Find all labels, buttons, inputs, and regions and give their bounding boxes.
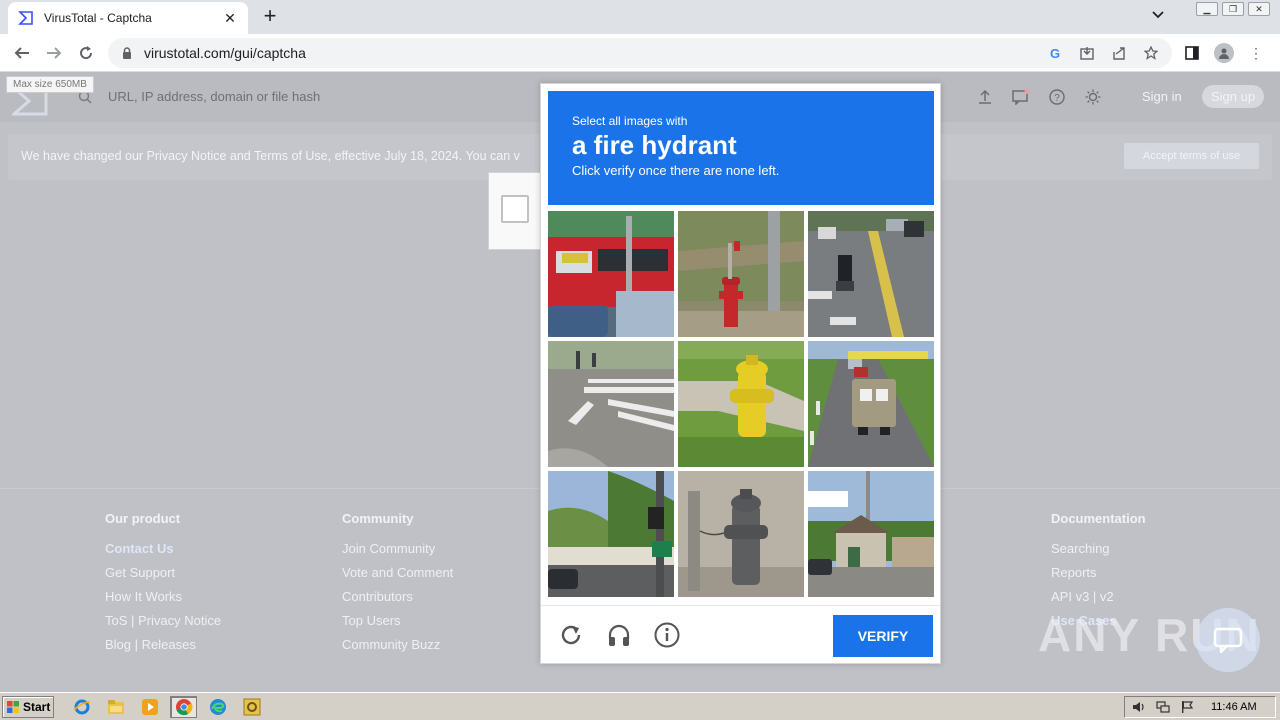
lock-icon[interactable] <box>120 46 134 60</box>
search-input[interactable]: URL, IP address, domain or file hash <box>108 89 320 104</box>
windows-logo-icon <box>7 701 19 713</box>
footer-link[interactable]: Top Users <box>342 613 453 637</box>
url-text[interactable]: virustotal.com/gui/captcha <box>144 45 306 61</box>
audio-challenge-headphones-icon[interactable] <box>606 622 632 648</box>
system-tray: 11:46 AM <box>1124 696 1276 718</box>
footer-link[interactable]: How It Works <box>105 589 221 613</box>
footer-link[interactable]: Contact Us <box>105 541 221 565</box>
profile-avatar-icon[interactable] <box>1214 43 1234 63</box>
browser-toolbar: virustotal.com/gui/captcha G ⋮ <box>0 34 1280 72</box>
tab-title: VirusTotal - Captcha <box>44 11 152 25</box>
window-controls: ▁ ❐ ✕ <box>1196 2 1270 16</box>
media-player-icon[interactable] <box>136 696 163 718</box>
footer-link[interactable]: Join Community <box>342 541 453 565</box>
accept-terms-button[interactable]: Accept terms of use <box>1124 143 1259 169</box>
theme-toggle-icon[interactable] <box>1084 88 1102 106</box>
help-icon[interactable]: ? <box>1048 88 1066 106</box>
captcha-tile-street-signs[interactable] <box>548 471 674 597</box>
internet-explorer-icon[interactable] <box>68 696 95 718</box>
footer-link[interactable]: Blog | Releases <box>105 637 221 661</box>
max-size-tooltip: Max size 650MB <box>6 76 94 93</box>
refresh-icon[interactable] <box>558 622 584 648</box>
footer-link[interactable]: Contributors <box>342 589 453 613</box>
captcha-tile-gray-fire-hydrant[interactable] <box>678 471 804 597</box>
footer-link[interactable]: ToS | Privacy Notice <box>105 613 221 637</box>
captcha-tile-motorcycle-road[interactable] <box>808 211 934 337</box>
windows-taskbar: Start 11:46 AM <box>0 692 1280 720</box>
svg-text:?: ? <box>1054 93 1060 104</box>
sign-up-button[interactable]: Sign up <box>1202 85 1265 108</box>
tab-search-chevron-icon[interactable] <box>1152 8 1164 22</box>
reload-icon[interactable] <box>74 41 98 65</box>
sign-in-link[interactable]: Sign in <box>1142 89 1182 104</box>
prompt-target: a fire hydrant <box>572 130 737 160</box>
network-icon[interactable] <box>1155 699 1171 715</box>
action-center-flag-icon[interactable] <box>1179 699 1195 715</box>
volume-icon[interactable] <box>1131 699 1147 715</box>
browser-tab-bar: VirusTotal - Captcha ✕ + ▁ ❐ ✕ <box>0 0 1280 34</box>
app-icon[interactable] <box>238 696 265 718</box>
minimize-icon[interactable]: ▁ <box>1196 2 1218 16</box>
kebab-menu-icon[interactable]: ⋮ <box>1246 43 1266 63</box>
challenge-prompt: Select all images with a fire hydrant Cl… <box>548 91 934 205</box>
prompt-intro: Select all images with <box>572 114 688 128</box>
google-icon[interactable]: G <box>1046 44 1064 62</box>
chrome-icon[interactable] <box>170 696 197 718</box>
share-icon[interactable] <box>1110 44 1128 62</box>
chat-bubble-icon[interactable] <box>1196 608 1260 672</box>
file-explorer-icon[interactable] <box>102 696 129 718</box>
restore-icon[interactable]: ❐ <box>1222 2 1244 16</box>
side-panel-icon[interactable] <box>1182 43 1202 63</box>
verify-button[interactable]: VERIFY <box>833 615 933 657</box>
info-icon[interactable] <box>654 622 680 648</box>
footer-heading: Community <box>342 511 414 526</box>
footer-link[interactable]: Searching <box>1051 541 1146 565</box>
captcha-widget <box>488 172 544 250</box>
captcha-checkbox[interactable] <box>501 195 529 223</box>
captcha-challenge-dialog: Select all images with a fire hydrant Cl… <box>540 83 941 664</box>
captcha-tile-village-street[interactable] <box>808 471 934 597</box>
back-arrow-icon[interactable] <box>10 41 34 65</box>
footer-heading: Documentation <box>1051 511 1146 526</box>
address-bar[interactable]: virustotal.com/gui/captcha G <box>108 38 1172 68</box>
footer-heading: Our product <box>105 511 181 526</box>
footer-col-our-product: Our product Contact Us Get Support How I… <box>105 511 221 661</box>
privacy-notice-text: We have changed our Privacy Notice and T… <box>21 149 520 163</box>
forward-arrow-icon[interactable] <box>42 41 66 65</box>
install-app-icon[interactable] <box>1078 44 1096 62</box>
footer-col-community: Community Join Community Vote and Commen… <box>342 511 453 661</box>
prompt-instruction: Click verify once there are none left. <box>572 163 780 178</box>
clock[interactable]: 11:46 AM <box>1211 701 1257 713</box>
footer-link[interactable]: Reports <box>1051 565 1146 589</box>
captcha-tile-yellow-fire-hydrant[interactable] <box>678 341 804 467</box>
browser-tab[interactable]: VirusTotal - Captcha ✕ <box>8 2 248 34</box>
close-window-icon[interactable]: ✕ <box>1248 2 1270 16</box>
captcha-tile-red-fire-hydrant[interactable] <box>678 211 804 337</box>
notifications-icon[interactable] <box>1012 88 1030 106</box>
tab-close-icon[interactable]: ✕ <box>222 10 238 26</box>
upload-icon[interactable] <box>976 88 994 106</box>
captcha-tile-cars-road[interactable] <box>808 341 934 467</box>
challenge-footer: VERIFY <box>541 605 940 663</box>
bookmark-star-icon[interactable] <box>1142 44 1160 62</box>
footer-link[interactable]: Community Buzz <box>342 637 453 661</box>
captcha-tile-bus-street[interactable] <box>548 211 674 337</box>
edge-icon[interactable] <box>204 696 231 718</box>
start-label: Start <box>23 700 51 714</box>
new-tab-icon[interactable]: + <box>258 5 282 28</box>
captcha-tile-crosswalk[interactable] <box>548 341 674 467</box>
virustotal-favicon-icon <box>18 10 34 26</box>
footer-link[interactable]: Get Support <box>105 565 221 589</box>
footer-link[interactable]: Vote and Comment <box>342 565 453 589</box>
start-button[interactable]: Start <box>2 696 54 718</box>
